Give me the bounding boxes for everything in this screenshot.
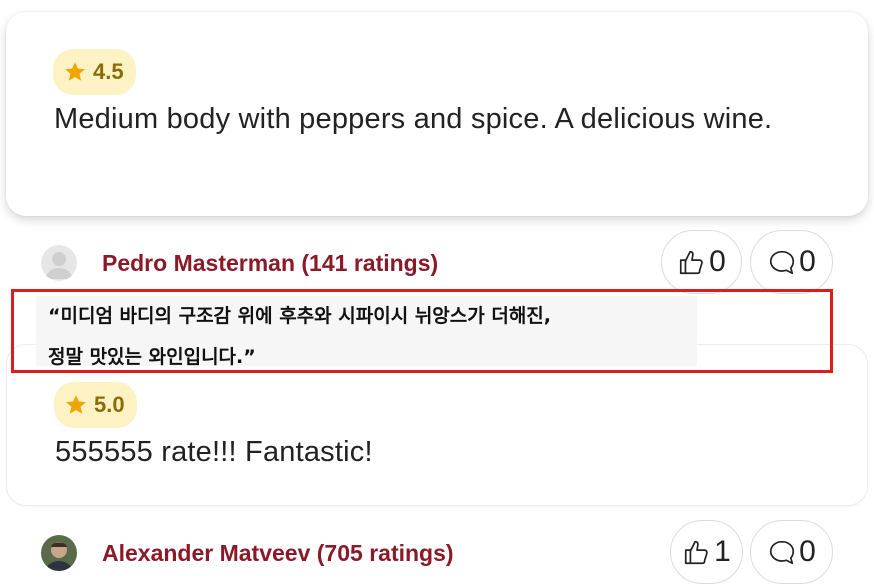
highlight-box (11, 289, 833, 373)
avatar[interactable] (41, 245, 77, 281)
comment-icon (770, 250, 795, 275)
review-card: 4.5 Medium body with peppers and spice. … (6, 12, 868, 216)
comment-icon (770, 540, 795, 565)
reviewer-row: Alexander Matveev (705 ratings) (41, 535, 454, 571)
like-count: 1 (714, 535, 731, 568)
star-icon (66, 395, 86, 414)
rating-badge: 5.0 (54, 382, 137, 428)
avatar-photo-icon (41, 535, 77, 571)
like-count: 0 (709, 245, 726, 278)
reviewer-name[interactable]: Pedro Masterman (141 ratings) (102, 250, 438, 277)
review-text: 555555 rate!!! Fantastic! (55, 436, 373, 468)
avatar[interactable] (41, 535, 77, 571)
rating-value: 4.5 (93, 59, 124, 84)
reviewer-name[interactable]: Alexander Matveev (705 ratings) (102, 540, 454, 567)
comment-button[interactable]: 0 (750, 520, 833, 584)
comment-count: 0 (799, 535, 816, 568)
rating-value: 5.0 (94, 392, 125, 417)
comment-count: 0 (799, 245, 816, 278)
avatar-placeholder-icon (41, 245, 77, 281)
star-icon (65, 62, 85, 81)
thumbs-up-icon (685, 540, 708, 565)
review-text: Medium body with peppers and spice. A de… (54, 103, 773, 135)
like-button[interactable]: 0 (661, 230, 742, 294)
rating-badge: 4.5 (53, 49, 136, 95)
comment-button[interactable]: 0 (750, 230, 833, 294)
like-button[interactable]: 1 (670, 520, 743, 584)
thumbs-up-icon (680, 250, 703, 275)
reviewer-row: Pedro Masterman (141 ratings) (41, 245, 438, 281)
